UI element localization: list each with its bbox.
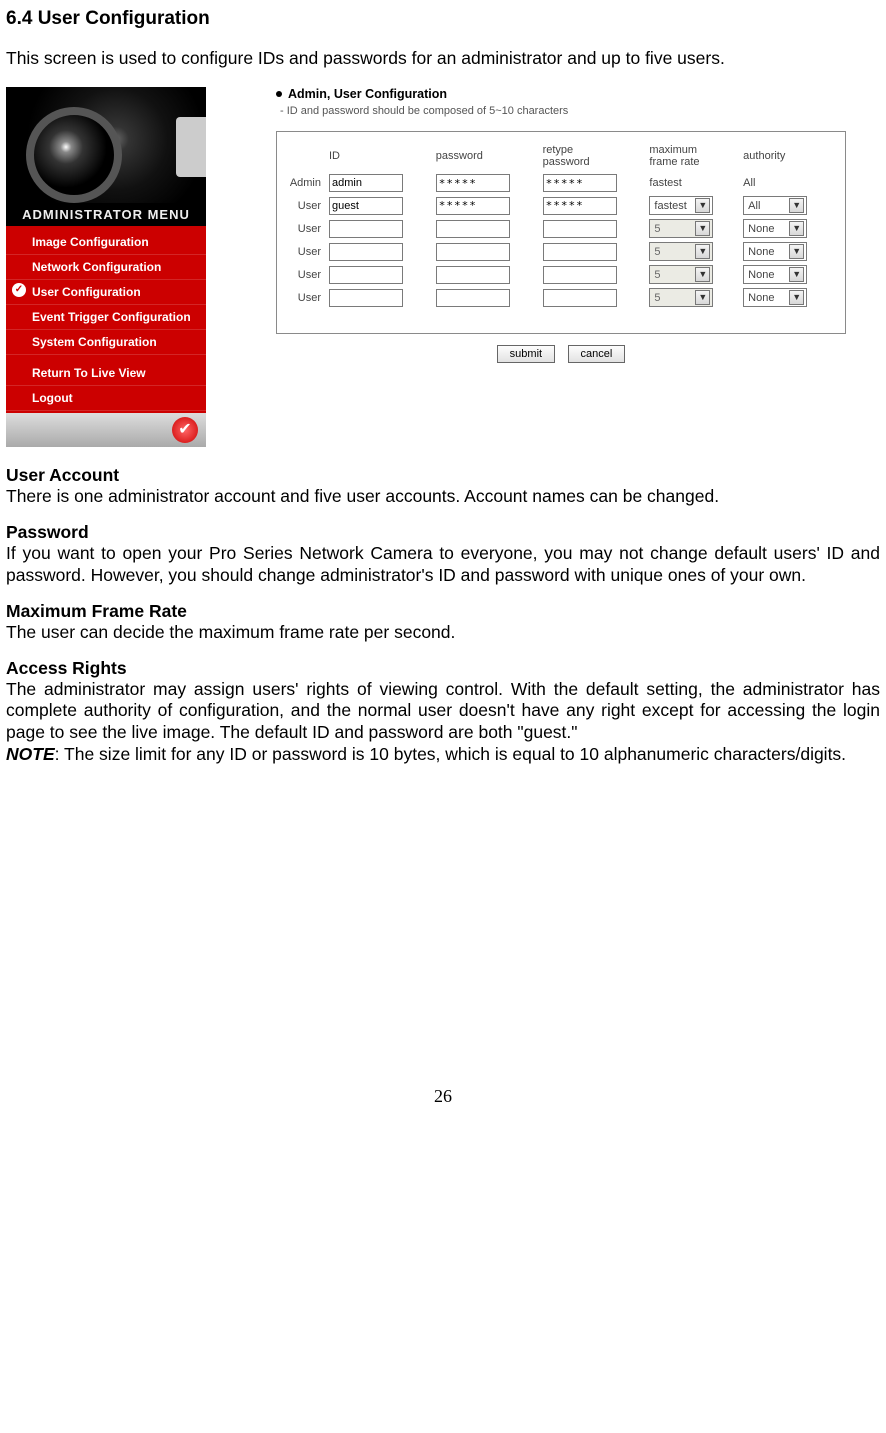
- menu-item-user-configuration[interactable]: User Configuration: [6, 280, 206, 305]
- frame-rate-select: 5▼: [649, 288, 713, 307]
- password-input[interactable]: [436, 289, 510, 307]
- retype-password-input[interactable]: [543, 243, 617, 261]
- row-label: User: [281, 240, 325, 263]
- frame-rate-static: fastest: [645, 172, 739, 194]
- bullet-icon: [276, 91, 282, 97]
- menu-item-image-configuration[interactable]: Image Configuration: [6, 230, 206, 255]
- table-row: User 5▼ None▼: [281, 263, 833, 286]
- chevron-down-icon: ▼: [695, 198, 710, 213]
- check-badge-icon: ✔: [172, 417, 198, 443]
- text-max-frame-rate: The user can decide the maximum frame ra…: [6, 622, 880, 644]
- heading-user-account: User Account: [6, 465, 880, 486]
- row-label: Admin: [281, 172, 325, 194]
- frame-rate-select: 5▼: [649, 219, 713, 238]
- camera-lens-image: [6, 87, 206, 203]
- chevron-down-icon: ▼: [789, 267, 804, 282]
- id-input[interactable]: [329, 266, 403, 284]
- table-row: User fastest▼ All▼: [281, 194, 833, 217]
- section-intro: This screen is used to configure IDs and…: [6, 48, 880, 69]
- row-label: User: [281, 217, 325, 240]
- id-input[interactable]: [329, 289, 403, 307]
- figure-row: ADMINISTRATOR MENU Image Configuration N…: [6, 87, 880, 447]
- col-authority: authority: [739, 142, 833, 172]
- frame-rate-select[interactable]: fastest▼: [649, 196, 713, 215]
- password-input[interactable]: [436, 243, 510, 261]
- id-input[interactable]: [329, 243, 403, 261]
- chevron-down-icon: ▼: [695, 221, 710, 236]
- panel-title: Admin, User Configuration: [288, 87, 447, 101]
- col-retype: retypepassword: [539, 142, 646, 172]
- col-password: password: [432, 142, 539, 172]
- note-label: NOTE: [6, 744, 55, 764]
- text-password: If you want to open your Pro Series Netw…: [6, 543, 880, 587]
- id-input[interactable]: [329, 197, 403, 215]
- table-row: User 5▼ None▼: [281, 240, 833, 263]
- authority-select[interactable]: All▼: [743, 196, 807, 215]
- user-grid-wrap: ID password retypepassword maximumframe …: [276, 131, 846, 334]
- menu-item-network-configuration[interactable]: Network Configuration: [6, 255, 206, 280]
- heading-access-rights: Access Rights: [6, 658, 880, 679]
- chevron-down-icon: ▼: [695, 267, 710, 282]
- authority-select[interactable]: None▼: [743, 242, 807, 261]
- password-input[interactable]: [436, 266, 510, 284]
- submit-button[interactable]: submit: [497, 345, 555, 363]
- text-access-rights: The administrator may assign users' righ…: [6, 679, 880, 745]
- menu-item-return-live-view[interactable]: Return To Live View: [6, 361, 206, 386]
- authority-select[interactable]: None▼: [743, 288, 807, 307]
- frame-rate-select: 5▼: [649, 265, 713, 284]
- config-panel: Admin, User Configuration - ID and passw…: [276, 87, 846, 363]
- menu-item-event-trigger-configuration[interactable]: Event Trigger Configuration: [6, 305, 206, 330]
- authority-select[interactable]: None▼: [743, 219, 807, 238]
- chevron-down-icon: ▼: [789, 290, 804, 305]
- user-grid: ID password retypepassword maximumframe …: [281, 142, 833, 309]
- retype-password-input[interactable]: [543, 197, 617, 215]
- retype-password-input[interactable]: [543, 289, 617, 307]
- authority-static: All: [739, 172, 833, 194]
- heading-max-frame-rate: Maximum Frame Rate: [6, 601, 880, 622]
- admin-menu: ADMINISTRATOR MENU Image Configuration N…: [6, 87, 206, 447]
- admin-menu-list: Image Configuration Network Configuratio…: [6, 226, 206, 413]
- row-label: User: [281, 286, 325, 309]
- retype-password-input[interactable]: [543, 174, 617, 192]
- table-row: Admin fastestAll: [281, 172, 833, 194]
- chevron-down-icon: ▼: [695, 244, 710, 259]
- chevron-down-icon: ▼: [695, 290, 710, 305]
- note-text: : The size limit for any ID or password …: [55, 744, 846, 764]
- password-input[interactable]: [436, 197, 510, 215]
- row-label: User: [281, 194, 325, 217]
- admin-menu-title: ADMINISTRATOR MENU: [6, 203, 206, 226]
- admin-menu-footer: ✔: [6, 413, 206, 447]
- col-id: ID: [325, 142, 432, 172]
- id-input[interactable]: [329, 220, 403, 238]
- chevron-down-icon: ▼: [789, 244, 804, 259]
- section-heading: 6.4 User Configuration: [6, 8, 880, 30]
- chevron-down-icon: ▼: [789, 198, 804, 213]
- table-row: User 5▼ None▼: [281, 217, 833, 240]
- chevron-down-icon: ▼: [789, 221, 804, 236]
- panel-subtitle: - ID and password should be composed of …: [280, 105, 846, 117]
- text-note: NOTE: The size limit for any ID or passw…: [6, 744, 880, 766]
- frame-rate-select: 5▼: [649, 242, 713, 261]
- authority-select[interactable]: None▼: [743, 265, 807, 284]
- heading-password: Password: [6, 522, 880, 543]
- id-input[interactable]: [329, 174, 403, 192]
- retype-password-input[interactable]: [543, 266, 617, 284]
- menu-item-system-configuration[interactable]: System Configuration: [6, 330, 206, 355]
- cancel-button[interactable]: cancel: [568, 345, 626, 363]
- menu-item-logout[interactable]: Logout: [6, 386, 206, 411]
- password-input[interactable]: [436, 220, 510, 238]
- text-user-account: There is one administrator account and f…: [6, 486, 880, 508]
- row-label: User: [281, 263, 325, 286]
- retype-password-input[interactable]: [543, 220, 617, 238]
- col-framerate: maximumframe rate: [645, 142, 739, 172]
- page-number: 26: [6, 1086, 880, 1117]
- password-input[interactable]: [436, 174, 510, 192]
- table-row: User 5▼ None▼: [281, 286, 833, 309]
